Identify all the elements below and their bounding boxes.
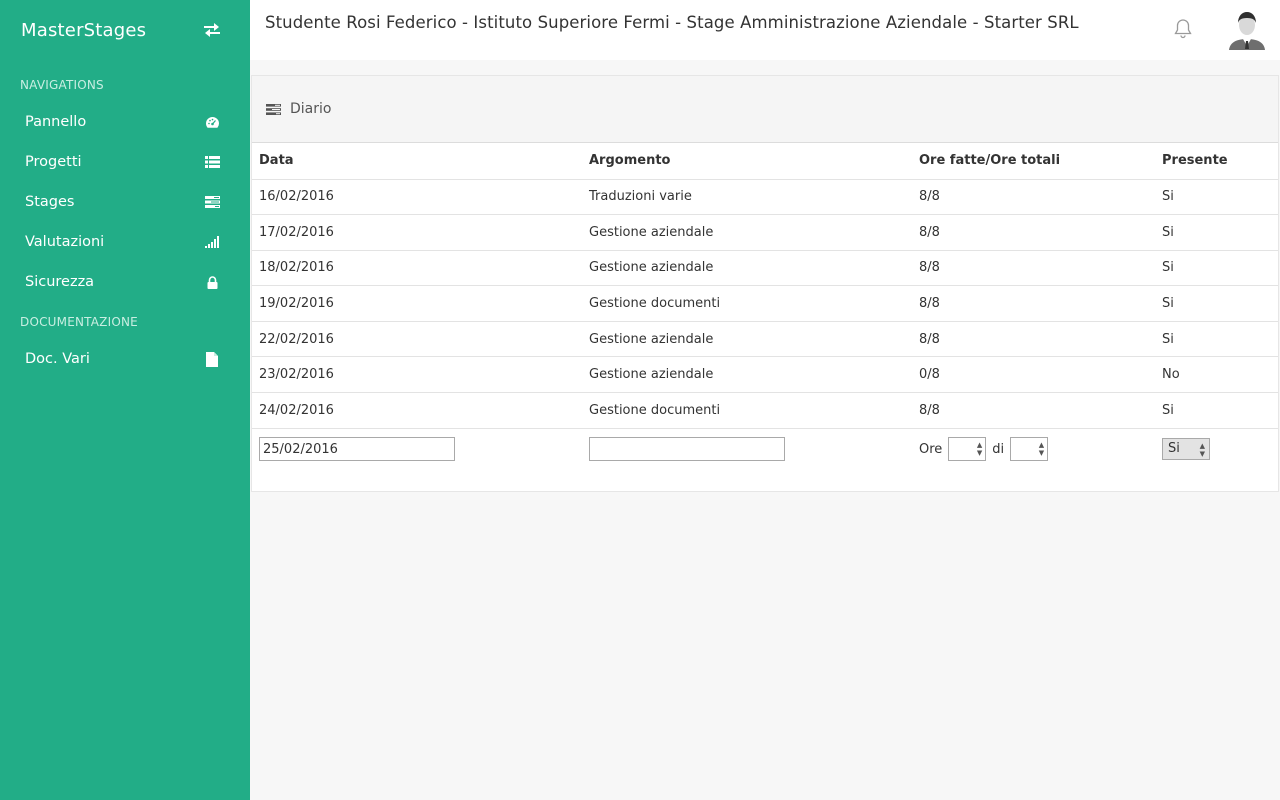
cell-presente: Si [1155, 392, 1278, 429]
presente-select-value: Si [1168, 441, 1180, 457]
cell-argomento: Gestione aziendale [582, 356, 912, 394]
cell-argomento-input [582, 428, 912, 470]
bell-icon[interactable] [1172, 17, 1194, 39]
diario-table: Data Argomento Ore fatte/Ore totali Pres… [252, 143, 1278, 470]
cell-date-input [252, 428, 582, 470]
arrows-exchange-icon[interactable] [202, 20, 222, 40]
table-row: 16/02/2016 Traduzioni varie 8/8 Si [252, 179, 1278, 216]
sidebar-item-label: Pannello [25, 114, 87, 130]
cell-presente: Si [1155, 321, 1278, 358]
sidebar-item-label: Doc. Vari [25, 351, 90, 367]
cell-presente-select: Si ▲ ▼ [1155, 428, 1278, 470]
cell-argomento: Traduzioni varie [582, 179, 912, 216]
argomento-input[interactable] [589, 437, 785, 462]
file-icon [204, 351, 220, 367]
cell-ore: 8/8 [912, 392, 1155, 429]
sidebar-item-label: Valutazioni [25, 234, 105, 250]
column-header-data[interactable]: Data [252, 143, 582, 180]
cell-ore: 8/8 [912, 250, 1155, 287]
sidebar-item-doc-vari[interactable]: Doc. Vari [0, 339, 250, 379]
signal-icon [204, 234, 220, 250]
cell-data: 23/02/2016 [252, 356, 582, 394]
table-header-row: Data Argomento Ore fatte/Ore totali Pres… [252, 143, 1278, 180]
cell-data: 17/02/2016 [252, 214, 582, 251]
table-row: 22/02/2016 Gestione aziendale 8/8 Si [252, 321, 1278, 358]
table-row: 19/02/2016 Gestione documenti 8/8 Si [252, 285, 1278, 322]
cell-ore: 0/8 [912, 356, 1155, 394]
cell-argomento: Gestione aziendale [582, 214, 912, 251]
lock-icon [204, 274, 220, 290]
tasks-icon [204, 194, 220, 210]
sidebar-item-stages[interactable]: Stages [0, 182, 250, 222]
di-label: di [992, 441, 1005, 457]
cell-presente: Si [1155, 250, 1278, 287]
chevron-updown-icon: ▲ ▼ [1199, 442, 1205, 459]
tasks-icon [266, 102, 282, 116]
sidebar-item-pannello[interactable]: Pannello [0, 102, 250, 142]
presente-select[interactable]: Si ▲ ▼ [1162, 438, 1210, 461]
cell-ore: 8/8 [912, 285, 1155, 322]
sidebar-item-label: Stages [25, 194, 75, 210]
spinner-arrows-icon[interactable]: ▲ ▼ [977, 441, 982, 457]
cell-argomento: Gestione aziendale [582, 250, 912, 287]
column-header-presente[interactable]: Presente [1155, 143, 1278, 180]
cell-presente: Si [1155, 214, 1278, 251]
nav-list-docs: Doc. Vari [0, 339, 250, 379]
cell-ore: 8/8 [912, 214, 1155, 251]
dashboard-icon [204, 114, 220, 130]
page-title: Studente Rosi Federico - Istituto Superi… [265, 13, 1079, 32]
cell-data: 24/02/2016 [252, 392, 582, 429]
cell-data: 22/02/2016 [252, 321, 582, 358]
cell-argomento: Gestione documenti [582, 285, 912, 322]
column-header-argomento[interactable]: Argomento [582, 143, 912, 180]
cell-ore: 8/8 [912, 179, 1155, 216]
table-row: 18/02/2016 Gestione aziendale 8/8 Si [252, 250, 1278, 287]
ore-inputs: Ore ▲ ▼ di ▲ ▼ [919, 437, 1155, 462]
new-entry-row: Ore ▲▼ di ▲▼ Si ▲▼ [252, 428, 1278, 470]
topbar: Studente Rosi Federico - Istituto Superi… [250, 0, 1280, 60]
cell-presente: Si [1155, 179, 1278, 216]
cell-presente: No [1155, 356, 1278, 394]
cell-argomento: Gestione aziendale [582, 321, 912, 358]
table-row: 17/02/2016 Gestione aziendale 8/8 Si [252, 214, 1278, 251]
date-input[interactable] [259, 437, 455, 462]
sidebar: MasterStages NAVIGATIONS Pannello Proget… [0, 0, 250, 800]
ore-label: Ore [919, 441, 943, 457]
brand: MasterStages [0, 0, 250, 60]
table-row: 23/02/2016 Gestione aziendale 0/8 No [252, 356, 1278, 394]
sidebar-item-sicurezza[interactable]: Sicurezza [0, 262, 250, 302]
spinner-arrows-icon[interactable]: ▲ ▼ [1039, 441, 1044, 457]
cell-presente: Si [1155, 285, 1278, 322]
cell-data: 18/02/2016 [252, 250, 582, 287]
cell-ore-inputs: Ore ▲ ▼ di ▲ ▼ [912, 428, 1155, 470]
cell-ore: 8/8 [912, 321, 1155, 358]
diario-panel: Diario Data Argomento Ore fatte/Ore tota… [251, 75, 1279, 492]
panel-heading: Diario [252, 76, 1278, 143]
cell-data: 16/02/2016 [252, 179, 582, 216]
nav-list-main: Pannello Progetti Stages Valutazioni Sic… [0, 102, 250, 302]
sidebar-item-valutazioni[interactable]: Valutazioni [0, 222, 250, 262]
sidebar-item-label: Sicurezza [25, 274, 95, 290]
sidebar-item-progetti[interactable]: Progetti [0, 142, 250, 182]
list-icon [204, 154, 220, 170]
cell-argomento: Gestione documenti [582, 392, 912, 429]
section-title-documentazione: DOCUMENTAZIONE [20, 315, 138, 329]
ore-totali-stepper[interactable]: ▲ ▼ [1010, 437, 1049, 462]
ore-fatte-stepper[interactable]: ▲ ▼ [948, 437, 987, 462]
column-header-ore[interactable]: Ore fatte/Ore totali [912, 143, 1155, 180]
section-title-navigations: NAVIGATIONS [20, 78, 104, 92]
cell-data: 19/02/2016 [252, 285, 582, 322]
brand-name[interactable]: MasterStages [21, 20, 146, 41]
panel-title: Diario [290, 101, 332, 117]
sidebar-item-label: Progetti [25, 154, 82, 170]
user-avatar-icon[interactable] [1227, 8, 1267, 50]
table-row: 24/02/2016 Gestione documenti 8/8 Si [252, 392, 1278, 429]
